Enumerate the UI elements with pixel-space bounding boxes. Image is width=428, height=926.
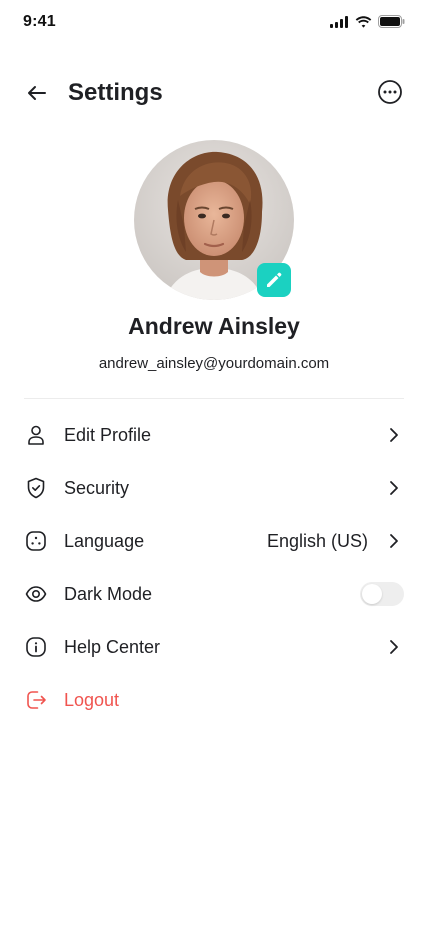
settings-menu: Edit Profile Security Language English (…: [0, 409, 428, 727]
divider: [24, 398, 404, 399]
menu-item-edit-profile[interactable]: Edit Profile: [0, 409, 428, 462]
profile-email: andrew_ainsley@yourdomain.com: [98, 355, 330, 372]
person-icon: [28, 425, 44, 445]
menu-item-security[interactable]: Security: [0, 462, 428, 515]
status-icons: [330, 15, 405, 28]
menu-item-logout[interactable]: Logout: [0, 674, 428, 727]
menu-item-label: Language: [64, 531, 145, 551]
dark-mode-toggle[interactable]: [360, 582, 404, 606]
status-bar: 9:41: [0, 0, 428, 44]
shield-icon: [27, 477, 45, 499]
battery-icon: [378, 15, 405, 28]
menu-item-label: Security: [64, 478, 130, 498]
menu-item-language[interactable]: Language English (US): [0, 515, 428, 568]
avatar-container: [134, 140, 294, 300]
chevron-right-icon: [390, 481, 398, 495]
header: Settings: [0, 70, 428, 114]
more-options-button[interactable]: [376, 78, 404, 106]
more-horizontal-icon: [378, 80, 402, 104]
menu-item-label: Dark Mode: [64, 584, 153, 604]
menu-item-dark-mode: Dark Mode: [0, 568, 428, 621]
page-title: Settings: [68, 79, 163, 106]
logout-icon: [27, 691, 46, 709]
back-button[interactable]: [22, 78, 52, 108]
menu-item-label: Edit Profile: [64, 425, 152, 445]
language-icon: [26, 531, 46, 551]
menu-item-label: Logout: [64, 690, 120, 710]
toggle-knob: [362, 584, 382, 604]
signal-icon: [330, 15, 348, 28]
status-time: 9:41: [23, 13, 56, 30]
profile-name: Andrew Ainsley: [128, 313, 300, 339]
chevron-right-icon: [390, 640, 398, 654]
language-value: English (US): [266, 531, 368, 551]
chevron-right-icon: [390, 428, 398, 442]
pencil-icon: [267, 272, 282, 287]
chevron-right-icon: [390, 534, 398, 548]
edit-avatar-button[interactable]: [257, 263, 291, 297]
wifi-icon: [355, 15, 372, 28]
eye-icon: [25, 586, 47, 602]
arrow-left-icon: [28, 86, 46, 100]
menu-item-label: Help Center: [64, 637, 161, 657]
info-icon: [26, 637, 46, 657]
menu-item-help-center[interactable]: Help Center: [0, 621, 428, 674]
